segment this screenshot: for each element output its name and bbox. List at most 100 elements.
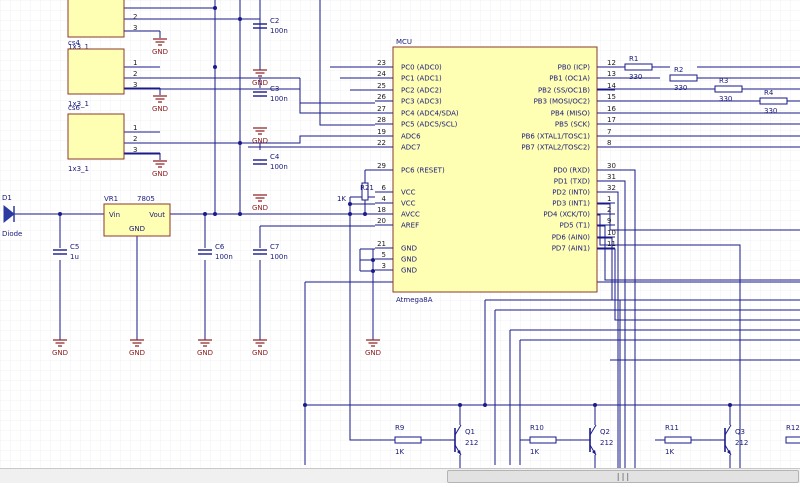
mcu-pin-number: 11 xyxy=(607,240,616,248)
connector-body xyxy=(67,0,125,38)
capacitor-name: C3 xyxy=(270,85,279,93)
transistor-name: Q2 xyxy=(600,428,610,436)
mcu-pin-number: 17 xyxy=(607,116,616,124)
resistor-body xyxy=(669,74,698,82)
resistor-body xyxy=(394,436,422,444)
regulator-vin-label: Vin xyxy=(109,211,120,219)
connector-body xyxy=(67,48,125,95)
mcu-pin-label: PD4 (XCK/T0) xyxy=(543,211,590,219)
mcu-pin-label: PC6 (RESET) xyxy=(401,167,445,175)
mcu-pin-number: 10 xyxy=(607,229,616,237)
mcu-pin-label: ADC7 xyxy=(401,144,421,152)
regulator-name: VR1 xyxy=(104,195,118,203)
mcu-pin-label: PB5 (SCK) xyxy=(555,121,590,129)
mcu-pin-number: 30 xyxy=(607,162,616,170)
connector-label: 1x3_1 xyxy=(68,165,89,173)
capacitor-value: 100n xyxy=(270,163,288,171)
mcu-pin-number: 28 xyxy=(377,116,386,124)
resistor-name: R1 xyxy=(629,55,638,63)
diode-name: D1 xyxy=(2,194,12,202)
transistor-part: 212 xyxy=(735,439,748,447)
mcu-pin-number: 4 xyxy=(382,195,387,203)
mcu-pin-number: 32 xyxy=(607,184,616,192)
connector-pin-number: 2 xyxy=(133,13,137,21)
resistor-value: 1K xyxy=(530,448,539,456)
mcu-pin-label: PB7 (XTAL2/TOSC2) xyxy=(521,144,590,152)
mcu-pin-number: 1 xyxy=(607,195,611,203)
schematic-canvas[interactable]: 2 3 1x3_1 1 2 3 1x3_1 cs4 1 2 3 1x3_1 cs6 GND GND GND C… xyxy=(0,0,800,483)
capacitor-name: C7 xyxy=(270,243,279,251)
mcu-pin-label: GND xyxy=(401,256,417,264)
mcu-pin-label: PD7 (AIN1) xyxy=(552,245,591,253)
resistor-body xyxy=(529,436,557,444)
connector-body xyxy=(67,113,125,160)
mcu-pin-label: GND xyxy=(401,245,417,253)
mcu-pin-number: 18 xyxy=(377,206,386,214)
c4-gnd-label: GND xyxy=(252,204,268,212)
c6-gnd-label: GND xyxy=(197,349,213,357)
mcu-pin-label: PB4 (MISO) xyxy=(551,110,590,118)
resistor-value: 1K xyxy=(665,448,674,456)
resistor-name: R12 xyxy=(786,424,800,432)
connector-pin-number: 1 xyxy=(133,124,137,132)
mcu-pin-number: 27 xyxy=(377,105,386,113)
mcu-pin-label: PB6 (XTAL1/TOSC1) xyxy=(521,133,590,141)
connector-name: cs6 xyxy=(68,104,80,112)
capacitor-value: 100n xyxy=(215,253,233,261)
c2-gnd-label: GND xyxy=(252,79,268,87)
resistor-value: 330 xyxy=(674,84,687,92)
capacitor-name: C4 xyxy=(270,153,280,161)
resistor-name: R9 xyxy=(395,424,404,432)
mcu-gnd-label: GND xyxy=(365,349,381,357)
mcu-pin-label: GND xyxy=(401,267,417,275)
mcu-pin-number: 16 xyxy=(607,105,616,113)
transistor-name: Q1 xyxy=(465,428,475,436)
mcu-pin-number: 23 xyxy=(377,59,386,67)
mcu-pin-number: 26 xyxy=(377,93,386,101)
mcu-pin-number: 15 xyxy=(607,93,616,101)
mcu-pin-number: 31 xyxy=(607,173,616,181)
mcu-pin-number: 19 xyxy=(377,128,386,136)
diode-label: Diode xyxy=(2,230,22,238)
resistor-body xyxy=(714,85,743,93)
connector-gnd-label: GND xyxy=(152,170,168,178)
mcu-pin-number: 24 xyxy=(377,70,386,78)
resistor-name: R3 xyxy=(719,77,728,85)
scrollbar-grip: ||| xyxy=(615,472,631,481)
mcu-pin-number: 29 xyxy=(377,162,386,170)
mcu-pin-label: PC5 (ADC5/SCL) xyxy=(401,121,458,129)
c5-gnd-label: GND xyxy=(52,349,68,357)
regulator-gnd-label: GND xyxy=(129,225,145,233)
scrollbar-thumb[interactable]: ||| xyxy=(447,470,799,483)
regulator-vout-label: Vout xyxy=(149,211,165,219)
mcu-pin-label: PD2 (INT0) xyxy=(552,189,590,197)
resistor-name: R4 xyxy=(764,89,774,97)
resistor-name: R2 xyxy=(674,66,683,74)
mcu-pin-number: 13 xyxy=(607,70,616,78)
resistor-name: R21 xyxy=(360,184,374,192)
horizontal-scrollbar[interactable]: ||| xyxy=(0,468,800,483)
mcu-part: Atmega8A xyxy=(396,296,433,304)
mcu-pin-number: 6 xyxy=(382,184,387,192)
mcu-pin-number: 2 xyxy=(607,206,611,214)
mcu-pin-label: PD1 (TXD) xyxy=(554,178,590,186)
transistor-part: 212 xyxy=(465,439,478,447)
resistor-name: R10 xyxy=(530,424,544,432)
capacitor-name: C5 xyxy=(70,243,79,251)
capacitor-name: C6 xyxy=(215,243,225,251)
mcu-pin-number: 25 xyxy=(377,82,386,90)
mcu-atmega8a[interactable]: MCUAtmega8A23PC0 (ADC0)24PC1 (ADC1)25PC2… xyxy=(375,38,616,304)
mcu-pin-label: PC3 (ADC3) xyxy=(401,98,442,106)
resistor-body xyxy=(664,436,692,444)
resistor-value: 330 xyxy=(719,95,732,103)
mcu-pin-label: PB1 (OC1A) xyxy=(549,75,590,83)
regulator-part: 7805 xyxy=(137,195,155,203)
mcu-pin-label: ADC6 xyxy=(401,133,421,141)
connector-gnd-label: GND xyxy=(152,105,168,113)
mcu-pin-label: PD6 (AIN0) xyxy=(552,234,591,242)
c3-gnd-label: GND xyxy=(252,137,268,145)
mcu-pin-number: 20 xyxy=(377,217,386,225)
resistor-value: 330 xyxy=(764,107,777,115)
capacitor-value: 100n xyxy=(270,27,288,35)
transistor-name: Q3 xyxy=(735,428,745,436)
